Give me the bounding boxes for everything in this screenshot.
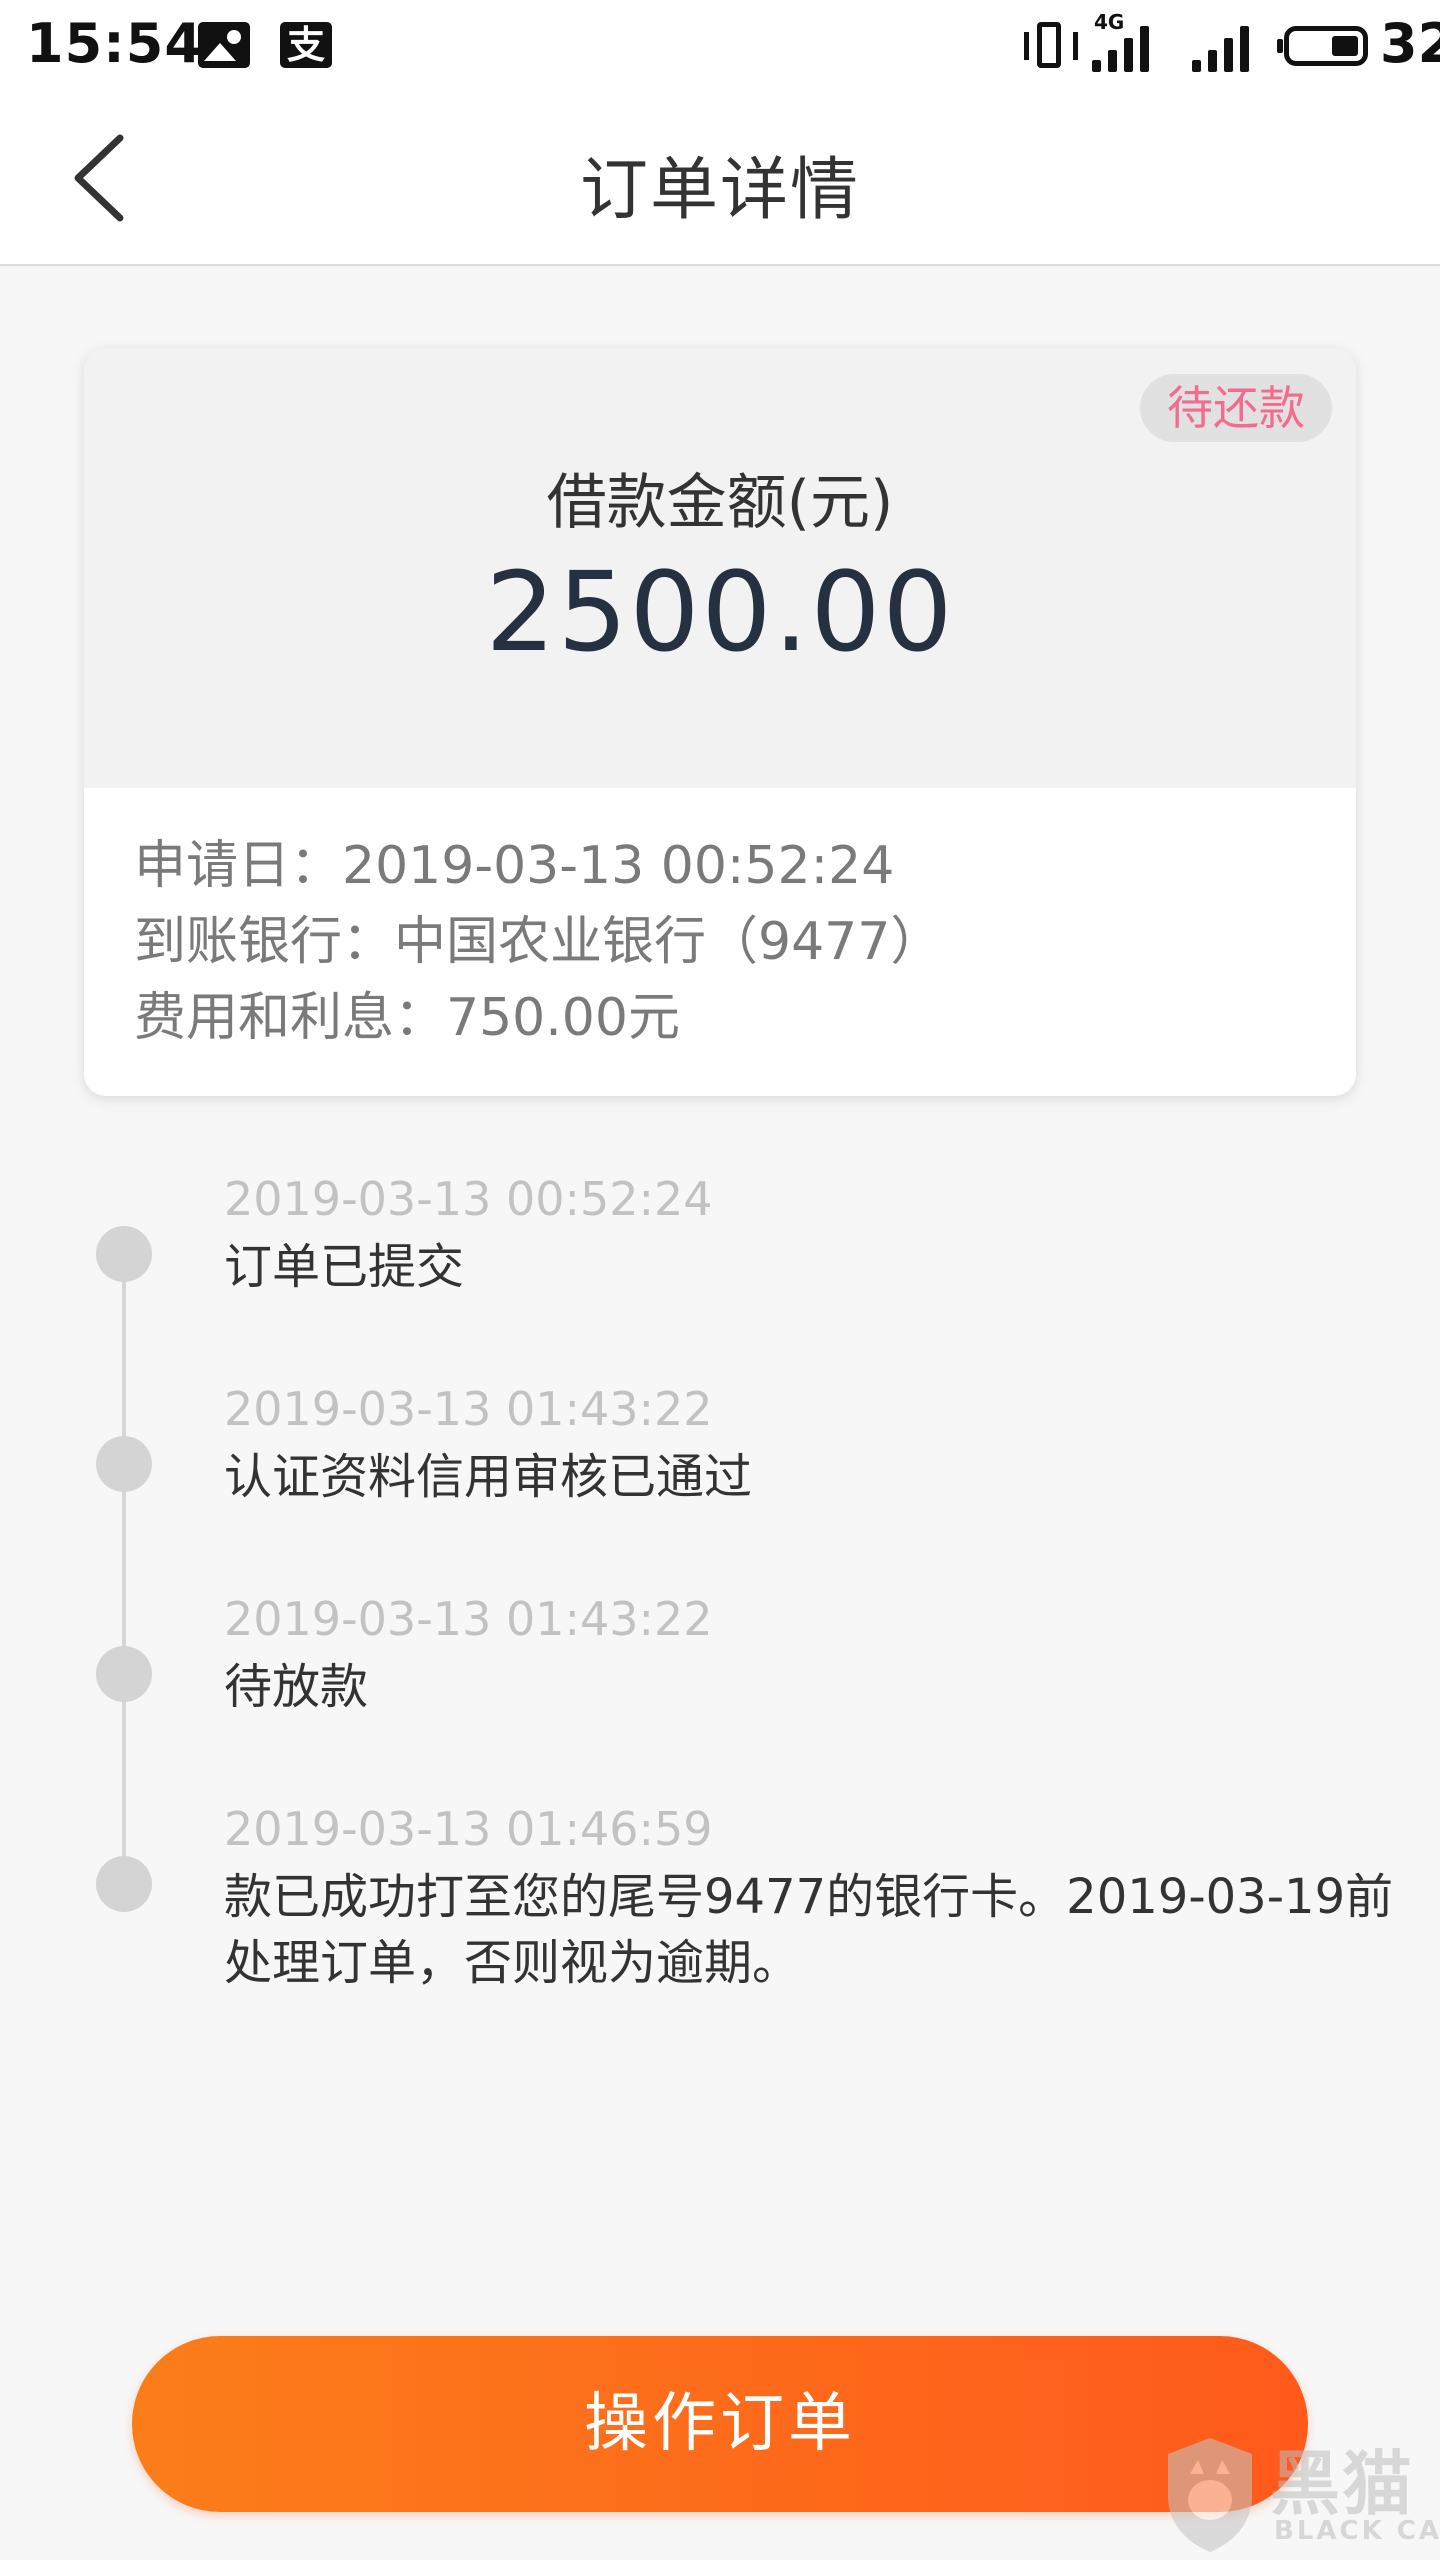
- timeline-line: [122, 1254, 126, 1884]
- amount-label: 借款金额(元): [546, 468, 894, 538]
- status-bar: 15:54 支 4G 32: [0, 0, 1440, 92]
- nav-bar: 订单详情: [0, 92, 1440, 266]
- vibrate-icon: [1024, 22, 1078, 70]
- watermark-name: 黑猫: [1270, 2443, 1414, 2525]
- timeline-text: 订单已提交: [224, 1239, 465, 1295]
- signal-icon: [1192, 20, 1256, 72]
- page-title: 订单详情: [579, 151, 860, 230]
- timeline-time: 2019-03-13 01:43:22: [224, 1592, 713, 1646]
- signal-icon: [1092, 20, 1156, 72]
- watermark: 黑猫 BLACK CAT: [1160, 2434, 1440, 2558]
- alipay-icon: 支: [280, 22, 332, 68]
- timeline-time: 2019-03-13 00:52:24: [224, 1172, 713, 1226]
- battery-percent: 32: [1380, 12, 1440, 75]
- timeline-time: 2019-03-13 01:46:59: [224, 1802, 713, 1856]
- cat-shield-icon: [1168, 2438, 1252, 2552]
- operate-order-button[interactable]: 操作订单: [132, 2336, 1308, 2512]
- fees-interest: 费用和利息：750.00元: [134, 988, 680, 1048]
- amount-value: 2500.00: [485, 548, 955, 676]
- gallery-icon: [198, 22, 250, 68]
- status-time: 15:54: [26, 12, 203, 75]
- timeline-text: 待放款: [224, 1659, 369, 1715]
- status-badge: 待还款: [1140, 374, 1332, 442]
- timeline-dot: [96, 1226, 152, 1282]
- timeline-time: 2019-03-13 01:43:22: [224, 1382, 713, 1436]
- loan-summary-card: 待还款 借款金额(元) 2500.00 申请日：2019-03-13 00:52…: [84, 348, 1356, 1096]
- watermark-sub: BLACK CAT: [1274, 2516, 1440, 2546]
- receiving-bank: 到账银行：中国农业银行（9477）: [134, 912, 943, 972]
- timeline-dot: [96, 1646, 152, 1702]
- card-details: 申请日：2019-03-13 00:52:24 到账银行：中国农业银行（9477…: [134, 828, 1314, 1056]
- battery-icon: [1277, 26, 1368, 66]
- timeline-text: 认证资料信用审核已通过: [224, 1449, 753, 1505]
- timeline-text: 款已成功打至您的尾号9477的银行卡。2019-03-19前处理订单，否则视为逾…: [224, 1869, 1394, 1991]
- apply-date: 申请日：2019-03-13 00:52:24: [134, 836, 895, 896]
- timeline-dot: [96, 1436, 152, 1492]
- timeline-dot: [96, 1856, 152, 1912]
- card-header: 待还款 借款金额(元) 2500.00: [84, 348, 1356, 788]
